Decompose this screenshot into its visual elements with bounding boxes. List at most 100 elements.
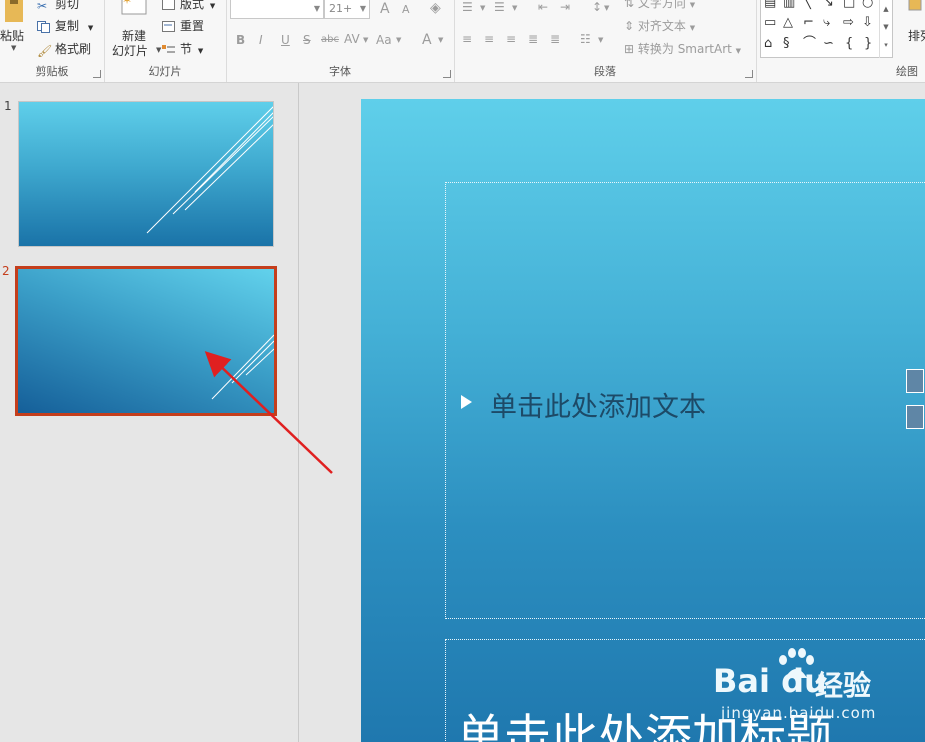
arrange-icon <box>908 0 922 11</box>
font-name-dropdown-icon: ▼ <box>313 4 320 13</box>
underline-button[interactable]: U <box>281 33 290 47</box>
cut-label: 剪切 <box>55 0 80 11</box>
font-group-label: 字体 <box>329 65 351 78</box>
clipboard-launcher-icon[interactable] <box>93 70 101 78</box>
vertical-textbox-shape-icon[interactable]: ▥ <box>783 0 795 10</box>
align-text-dropdown-icon: ▼ <box>689 24 696 32</box>
elbow-connector-shape-icon[interactable]: ⌐ <box>803 16 814 30</box>
arrange-button[interactable]: 排列 <box>905 0 925 60</box>
textbox-shape-icon[interactable]: ▤ <box>764 0 776 10</box>
line-shape-icon[interactable]: ╲ <box>803 0 811 10</box>
rectangle-shape-icon[interactable]: □ <box>843 0 855 10</box>
section-button[interactable]: 节 ▼ <box>162 40 203 57</box>
increase-indent-icon[interactable]: ⇥ <box>560 0 570 14</box>
watermark-brand: Bai du <box>713 662 827 700</box>
decrease-indent-icon[interactable]: ⇤ <box>538 0 548 14</box>
bold-button[interactable]: B <box>236 33 245 47</box>
oval-shape-icon[interactable]: ○ <box>862 0 873 10</box>
scribble-shape-icon[interactable]: § <box>783 37 790 51</box>
font-color-dropdown-icon[interactable]: ▼ <box>438 36 443 44</box>
slide-thumbnail-pane: 1 2 <box>0 83 299 742</box>
columns-dropdown-icon[interactable]: ▼ <box>598 36 603 44</box>
change-case-button[interactable]: Aa <box>376 33 392 47</box>
paste-button[interactable]: 粘贴 ▼ <box>0 0 30 60</box>
line-spacing-dropdown-icon[interactable]: ▼ <box>604 4 609 12</box>
elbow-arrow-shape-icon[interactable]: ⤷ <box>823 16 830 30</box>
text-direction-button[interactable]: ⇅ 文字方向 ▼ <box>624 0 695 11</box>
layout-icon <box>162 0 176 11</box>
numbering-icon[interactable]: ☰ <box>494 0 505 14</box>
curve-shape-icon[interactable]: ∽ <box>823 37 834 51</box>
gallery-more-icon[interactable]: ▾ <box>880 36 892 54</box>
cut-button[interactable]: ✂ 剪切 <box>37 0 80 13</box>
font-group: ▼ 21+ ▼ A A ◈ B I U S abc AV ▼ Aa ▼ A ▼ … <box>226 0 455 82</box>
italic-button[interactable]: I <box>259 33 263 47</box>
copy-button[interactable]: 复制 ▼ <box>37 17 93 34</box>
reset-label: 重置 <box>180 19 205 33</box>
left-brace-shape-icon[interactable]: { <box>845 37 853 51</box>
strikethrough-button[interactable]: S <box>303 33 311 47</box>
character-spacing-button[interactable]: AV <box>344 32 360 46</box>
font-size-combo[interactable]: 21+ ▼ <box>324 0 370 19</box>
section-label: 节 <box>180 42 193 56</box>
clear-formatting-icon[interactable]: ◈ <box>430 0 441 16</box>
arc-shape-icon[interactable]: ⌒ <box>803 37 816 51</box>
rounded-rect-shape-icon[interactable]: ▭ <box>764 16 776 30</box>
text-direction-icon: ⇅ <box>624 0 638 10</box>
align-center-icon[interactable]: ≡ <box>484 32 494 46</box>
text-direction-label: 文字方向 <box>637 0 686 10</box>
insert-table-icon[interactable] <box>906 369 924 393</box>
body-text-placeholder[interactable]: 单击此处添加文本 <box>445 182 925 619</box>
slide-thumbnail-1[interactable] <box>18 101 274 247</box>
new-slide-dropdown-icon: ▼ <box>156 46 162 54</box>
down-arrow-shape-icon[interactable]: ⇩ <box>862 16 873 30</box>
insert-picture-icon[interactable] <box>906 405 924 429</box>
columns-icon[interactable]: ☷ <box>580 32 591 46</box>
text-direction-dropdown-icon: ▼ <box>689 1 696 9</box>
arrow-line-shape-icon[interactable]: ↘ <box>823 0 834 10</box>
align-text-button[interactable]: ⇕ 对齐文本 ▼ <box>624 17 695 34</box>
change-case-dropdown-icon[interactable]: ▼ <box>396 36 401 44</box>
format-painter-button[interactable]: 🖌 格式刷 <box>37 40 91 58</box>
shadow-button[interactable]: abc <box>321 34 339 45</box>
right-brace-shape-icon[interactable]: } <box>864 37 872 51</box>
convert-smartart-button[interactable]: ⊞ 转换为 SmartArt ▼ <box>624 40 741 57</box>
align-left-icon[interactable]: ≡ <box>462 32 472 46</box>
convert-smartart-dropdown-icon: ▼ <box>735 47 742 55</box>
line-spacing-icon[interactable]: ↕ <box>592 0 602 14</box>
section-icon <box>162 44 176 56</box>
right-arrow-shape-icon[interactable]: ⇨ <box>843 16 854 30</box>
font-size-dropdown-icon: ▼ <box>359 4 366 13</box>
reset-icon <box>162 20 176 33</box>
copy-icon <box>37 20 51 33</box>
layout-label: 版式 <box>180 0 205 11</box>
reset-button[interactable]: 重置 <box>162 17 204 34</box>
new-slide-button[interactable]: ✶ 新建 幻灯片 ▼ <box>110 0 162 60</box>
font-name-combo[interactable]: ▼ <box>230 0 324 19</box>
distribute-icon[interactable]: ≣ <box>550 32 560 46</box>
gallery-scroll-up-icon[interactable]: ▲ <box>880 0 892 18</box>
svg-text:✶: ✶ <box>122 0 132 7</box>
shapes-gallery-scrollbar[interactable]: ▲ ▼ ▾ <box>879 0 892 58</box>
align-right-icon[interactable]: ≡ <box>506 32 516 46</box>
gallery-scroll-down-icon[interactable]: ▼ <box>880 18 892 36</box>
grow-font-button[interactable]: A <box>380 1 390 17</box>
justify-icon[interactable]: ≣ <box>528 32 538 46</box>
bullets-dropdown-icon[interactable]: ▼ <box>480 4 485 12</box>
font-color-button[interactable]: A <box>422 32 432 48</box>
shapes-gallery[interactable]: ▤ ▥ ╲ ↘ □ ○ ▭ △ ⌐ ⤷ ⇨ ⇩ ⌂ § ⌒ ∽ { } ▲ ▼ … <box>760 0 893 58</box>
numbering-dropdown-icon[interactable]: ▼ <box>512 4 517 12</box>
thumbnail-2-diagonal-lines-decoration <box>211 334 274 400</box>
paragraph-launcher-icon[interactable] <box>745 70 753 78</box>
slide-thumbnail-2[interactable] <box>15 266 277 416</box>
triangle-shape-icon[interactable]: △ <box>783 16 793 30</box>
current-slide: 单击此处添加文本 单击此处添加标题 <box>361 99 925 742</box>
copy-label: 复制 <box>55 19 80 33</box>
character-spacing-dropdown-icon[interactable]: ▼ <box>363 36 368 44</box>
layout-button[interactable]: 版式 ▼ <box>162 0 215 12</box>
freeform-shape-icon[interactable]: ⌂ <box>764 37 772 51</box>
bullets-icon[interactable]: ☰ <box>462 0 473 14</box>
clipboard-group-label: 剪贴板 <box>35 65 69 78</box>
font-launcher-icon[interactable] <box>443 70 451 78</box>
shrink-font-button[interactable]: A <box>402 3 410 16</box>
